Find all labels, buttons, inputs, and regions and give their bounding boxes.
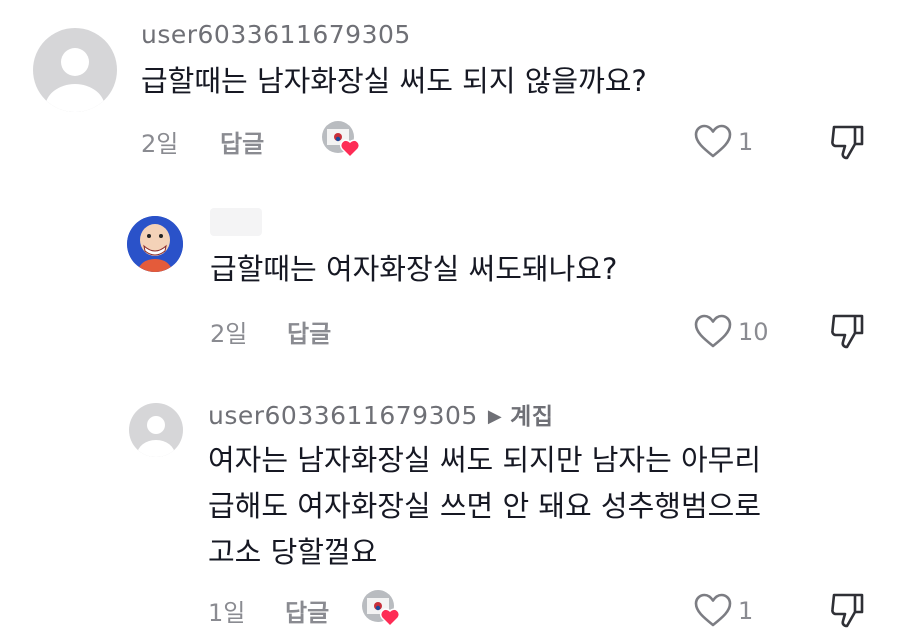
comment-username[interactable]: user6033611679305	[141, 20, 411, 49]
creator-liked-badge-icon	[320, 120, 364, 159]
user-avatar[interactable]	[127, 216, 183, 272]
comment-username-line: user6033611679305 ▶ 계집	[208, 397, 553, 431]
person-silhouette-icon	[137, 416, 175, 457]
heart-outline-icon[interactable]	[693, 592, 733, 628]
comment-time: 1일	[208, 599, 246, 627]
comment-text: 급할때는 여자화장실 써도돼나요?	[210, 252, 618, 286]
comment-3: user6033611679305 ▶ 계집 여자는 남자화장실 써도 되지만 남자…	[0, 375, 900, 636]
comment-text: 급할때는 남자화장실 써도 되지 않을까요?	[141, 64, 647, 98]
default-avatar[interactable]	[129, 403, 183, 457]
like-count: 10	[738, 318, 769, 346]
default-avatar[interactable]	[33, 28, 117, 112]
comment-2: 급할때는 여자화장실 써도돼나요? 2일 답글 10	[0, 190, 900, 375]
thumbs-down-icon[interactable]	[828, 590, 868, 630]
reply-button[interactable]: 답글	[220, 124, 264, 159]
thumbs-down-icon[interactable]	[828, 122, 868, 162]
comment-text-line-3: 고소 당할껄요	[208, 535, 378, 569]
comment-time: 2일	[210, 320, 248, 348]
thumbs-down-icon[interactable]	[828, 311, 868, 351]
reply-button[interactable]: 답글	[287, 314, 331, 349]
comment-username[interactable]: user6033611679305	[208, 401, 478, 430]
heart-outline-icon[interactable]	[693, 123, 733, 159]
heart-outline-icon[interactable]	[693, 313, 733, 349]
comment-text-line-2: 급해도 여자화장실 쓰면 안 돼요 성추행범으로	[208, 489, 762, 523]
creator-liked-badge-icon	[360, 589, 404, 628]
like-count: 1	[738, 128, 754, 156]
right-triangle-icon: ▶	[487, 406, 503, 427]
comment-time: 2일	[141, 130, 179, 158]
reply-to-username[interactable]: 계집	[510, 404, 553, 430]
comment-text-line-1: 여자는 남자화장실 써도 되지만 남자는 아무리	[208, 443, 762, 477]
reply-button[interactable]: 답글	[285, 593, 329, 628]
like-count: 1	[738, 597, 754, 625]
comment-1: user6033611679305 급할때는 남자화장실 써도 되지 않을까요?…	[0, 0, 900, 190]
comment-username[interactable]	[210, 208, 262, 236]
person-silhouette-icon	[45, 48, 105, 112]
cartoon-avatar-icon	[127, 216, 183, 272]
